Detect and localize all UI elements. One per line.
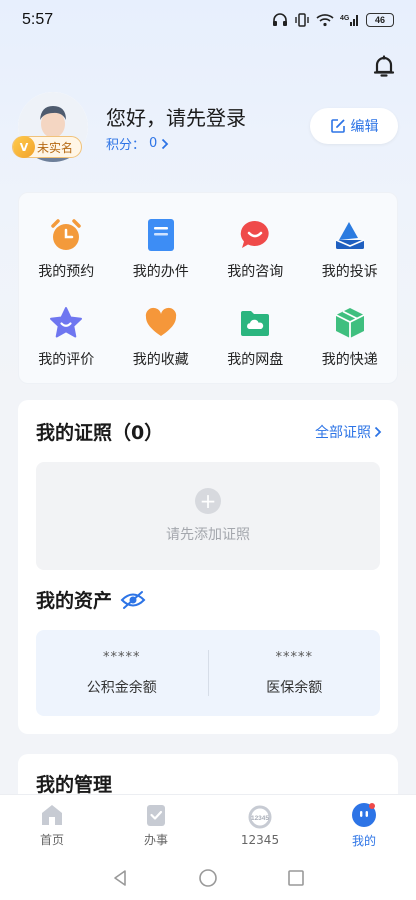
add-certificate-text: 请先添加证照 (166, 527, 250, 543)
chat-bubble-icon (237, 217, 273, 253)
service-express[interactable]: 我的快递 (303, 289, 398, 377)
package-icon (332, 305, 368, 341)
asset-masked-value: ***** (103, 649, 141, 665)
profile-face-icon (352, 803, 376, 827)
asset-label: 医保余额 (266, 679, 323, 696)
envelope-icon (332, 217, 368, 253)
tab-services[interactable]: 办事 (104, 795, 208, 856)
service-complaints[interactable]: 我的投诉 (303, 201, 398, 289)
verify-v-icon: V (13, 136, 35, 158)
edit-icon (330, 119, 345, 133)
points-label: 积分： (106, 138, 146, 153)
star-icon (48, 305, 84, 341)
service-cloud-drive[interactable]: 我的网盘 (208, 289, 303, 377)
service-label: 我的预约 (38, 264, 95, 280)
tab-label: 办事 (143, 833, 168, 847)
service-label: 我的办件 (132, 264, 189, 280)
tab-hotline[interactable]: 12345 12345 (208, 795, 312, 856)
service-favorites[interactable]: 我的收藏 (114, 289, 209, 377)
signal-4g-icon: 4G (340, 15, 358, 26)
status-icons: 4G 46 (272, 13, 394, 27)
certificates-title: 我的证照（0） (36, 422, 164, 444)
headphones-icon (273, 13, 287, 26)
service-label: 我的咨询 (227, 264, 284, 280)
alarm-clock-icon (48, 217, 84, 253)
add-icon: + (195, 488, 221, 514)
management-title: 我的管理 (36, 774, 113, 796)
home-icon (42, 805, 62, 825)
bottom-tab-bar: 首页 办事 12345 12345 我的 (0, 794, 416, 856)
recents-square-icon[interactable] (252, 868, 340, 888)
assets-title: 我的资产 (36, 590, 113, 612)
edit-button[interactable]: 编辑 (310, 108, 398, 144)
add-certificate-area[interactable]: + 请先添加证照 (36, 462, 380, 570)
service-label: 我的评价 (38, 352, 95, 368)
unverified-badge[interactable]: V 未实名 (12, 136, 82, 158)
service-appointments[interactable]: 我的预约 (19, 201, 114, 289)
assets-header: 我的资产 (36, 586, 146, 613)
heart-icon (143, 305, 179, 341)
services-grid: 我的预约 我的办件 我的咨询 我的投诉 我的评价 我的收藏 我的网盘 我的快递 (19, 193, 397, 377)
tab-label: 我的 (351, 834, 376, 848)
back-icon[interactable] (76, 868, 164, 888)
all-certificates-link[interactable]: 全部证照 (315, 422, 382, 442)
home-circle-icon[interactable] (164, 868, 252, 888)
document-icon (143, 217, 179, 253)
chevron-right-icon (162, 138, 169, 149)
wifi-icon (316, 14, 334, 27)
tab-mine[interactable]: 我的 (312, 795, 416, 856)
service-label: 我的网盘 (227, 352, 284, 368)
profile-header: V 未实名 您好，请先登录 积分： 0 编辑 (12, 92, 402, 164)
tab-label: 首页 (39, 833, 64, 847)
folder-cloud-icon (237, 305, 273, 341)
status-bar: 5:57 4G 46 (0, 0, 416, 40)
battery-indicator: 46 (366, 13, 394, 27)
svg-text:12345: 12345 (251, 815, 269, 822)
all-certificates-label: 全部证照 (315, 425, 371, 441)
points-value: 0 (149, 136, 158, 151)
edit-label: 编辑 (350, 119, 379, 135)
asset-housing-fund[interactable]: ***** 公积金余额 (36, 650, 208, 697)
asset-label: 公积金余额 (86, 679, 157, 696)
notification-bell-icon[interactable] (370, 52, 398, 80)
certificates-card: 我的证照（0） 全部证照 + 请先添加证照 我的资产 ***** 公积金余额 *… (18, 400, 398, 734)
points-link[interactable]: 积分： 0 (106, 134, 169, 153)
unverified-label: 未实名 (37, 140, 74, 155)
chevron-right-icon (374, 426, 382, 438)
services-card: 我的预约 我的办件 我的咨询 我的投诉 我的评价 我的收藏 我的网盘 我的快递 (18, 192, 398, 384)
login-prompt[interactable]: 您好，请先登录 (106, 102, 246, 131)
service-label: 我的投诉 (321, 264, 378, 280)
asset-masked-value: ***** (275, 649, 313, 665)
hotline-icon: 12345 (248, 805, 272, 828)
asset-medical-insurance[interactable]: ***** 医保余额 (209, 650, 381, 697)
service-applications[interactable]: 我的办件 (114, 201, 209, 289)
tab-label: 12345 (240, 832, 280, 847)
svg-text:4G: 4G (340, 15, 350, 22)
assets-summary: ***** 公积金余额 ***** 医保余额 (36, 630, 380, 716)
vibrate-icon (295, 13, 309, 27)
service-label: 我的收藏 (132, 352, 189, 368)
task-icon (147, 805, 165, 826)
status-time: 5:57 (22, 11, 54, 28)
service-consultation[interactable]: 我的咨询 (208, 201, 303, 289)
system-nav-bar (0, 856, 416, 900)
tab-home[interactable]: 首页 (0, 795, 104, 856)
service-reviews[interactable]: 我的评价 (19, 289, 114, 377)
service-label: 我的快递 (321, 352, 378, 368)
hide-eye-icon[interactable] (120, 590, 146, 610)
